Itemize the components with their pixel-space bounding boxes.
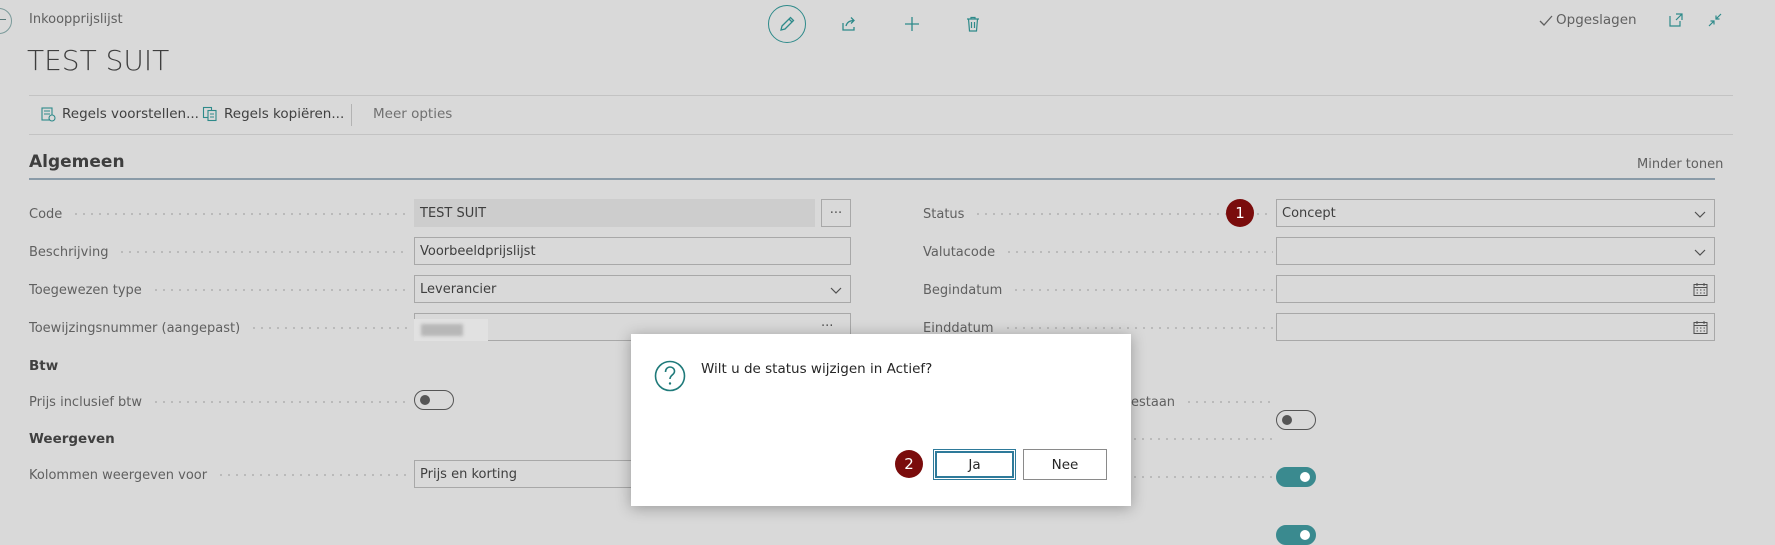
currency-label: Valutacode xyxy=(923,244,1273,260)
vat-group-header: Btw xyxy=(29,358,59,374)
currency-select[interactable] xyxy=(1276,237,1715,265)
calendar-icon[interactable] xyxy=(1693,282,1708,297)
chevron-down-icon xyxy=(1694,249,1706,256)
header-divider xyxy=(29,95,1733,96)
more-options-action[interactable]: Meer opties xyxy=(373,106,452,122)
right-toggle-1[interactable] xyxy=(1276,410,1316,430)
dialog-message: Wilt u de status wijzigen in Actief? xyxy=(701,361,933,377)
end-date-field[interactable] xyxy=(1276,313,1715,341)
share-icon xyxy=(842,17,855,31)
price-incl-vat-toggle[interactable] xyxy=(414,390,454,410)
section-title: Algemeen xyxy=(29,152,125,172)
show-less-link[interactable]: Minder tonen xyxy=(1637,157,1723,172)
right-toggle-3[interactable] xyxy=(1276,525,1316,545)
section-underline xyxy=(29,178,1715,180)
right-toggle-2-label xyxy=(1131,431,1273,447)
yes-button[interactable]: Ja xyxy=(933,449,1016,480)
back-button[interactable] xyxy=(0,8,12,34)
edit-button[interactable] xyxy=(768,5,806,43)
pencil-icon xyxy=(780,16,795,31)
ellipsis-icon: ··· xyxy=(829,205,843,221)
calendar-icon[interactable] xyxy=(1693,320,1708,335)
trash-icon xyxy=(967,16,979,32)
action-bar-divider xyxy=(29,134,1733,135)
new-button[interactable] xyxy=(893,5,931,43)
copy-lines-icon xyxy=(202,106,217,122)
right-toggle-1-label: estaan xyxy=(1131,394,1273,410)
display-group-header: Weergeven xyxy=(29,431,115,447)
chevron-down-icon xyxy=(1694,211,1706,218)
copy-lines-label: Regels kopiëren... xyxy=(224,106,345,122)
start-date-field[interactable] xyxy=(1276,275,1715,303)
page-type-caption: Inkoopprijslijst xyxy=(29,12,123,27)
code-label: Code xyxy=(29,206,409,222)
callout-badge-1: 1 xyxy=(1226,199,1254,227)
collapse-icon xyxy=(1708,13,1722,27)
saved-status: Opgeslagen xyxy=(1556,12,1637,28)
right-toggle-3-label xyxy=(1131,469,1273,485)
confirm-dialog: Wilt u de status wijzigen in Actief? 2 J… xyxy=(631,334,1131,506)
code-assist-button[interactable]: ··· xyxy=(821,199,851,227)
toggle-knob xyxy=(1300,530,1310,540)
toggle-knob xyxy=(420,395,430,405)
chevron-down-icon xyxy=(830,287,842,294)
code-field[interactable]: TEST SUIT xyxy=(414,199,815,227)
plus-icon xyxy=(905,17,919,31)
right-toggle-2[interactable] xyxy=(1276,467,1316,487)
assign-no-ellipsis-icon[interactable]: ··· xyxy=(821,319,833,334)
columns-for-label: Kolommen weergeven voor xyxy=(29,467,409,483)
start-date-label: Begindatum xyxy=(923,282,1273,298)
no-button[interactable]: Nee xyxy=(1023,449,1107,480)
open-in-new-window-icon xyxy=(1669,13,1683,27)
toggle-knob xyxy=(1300,472,1310,482)
action-separator xyxy=(351,104,352,126)
description-label: Beschrijving xyxy=(29,244,409,260)
status-label: Status xyxy=(923,206,1273,222)
callout-badge-2: 2 xyxy=(895,450,923,478)
share-button[interactable] xyxy=(830,5,868,43)
page-title: TEST SUIT xyxy=(27,44,170,77)
question-icon xyxy=(654,360,686,392)
toggle-knob xyxy=(1282,415,1292,425)
checkmark-icon xyxy=(1539,15,1553,26)
open-new-window-button[interactable] xyxy=(1668,12,1684,32)
delete-button[interactable] xyxy=(954,5,992,43)
assign-no-label: Toewijzingsnummer (aangepast) xyxy=(29,320,409,336)
collapse-button[interactable] xyxy=(1707,12,1723,32)
redacted-value xyxy=(414,319,488,341)
copy-lines-action[interactable]: Regels kopiëren... xyxy=(202,106,344,122)
suggest-lines-icon xyxy=(41,107,56,122)
suggest-lines-action[interactable]: Regels voorstellen... xyxy=(40,106,199,122)
status-select[interactable]: Concept xyxy=(1276,199,1715,227)
assign-type-label: Toegewezen type xyxy=(29,282,409,298)
description-field[interactable]: Voorbeeldprijslijst xyxy=(414,237,851,265)
assign-type-select[interactable]: Leverancier xyxy=(414,275,851,303)
price-incl-vat-label: Prijs inclusief btw xyxy=(29,394,409,410)
suggest-lines-label: Regels voorstellen... xyxy=(62,106,199,122)
